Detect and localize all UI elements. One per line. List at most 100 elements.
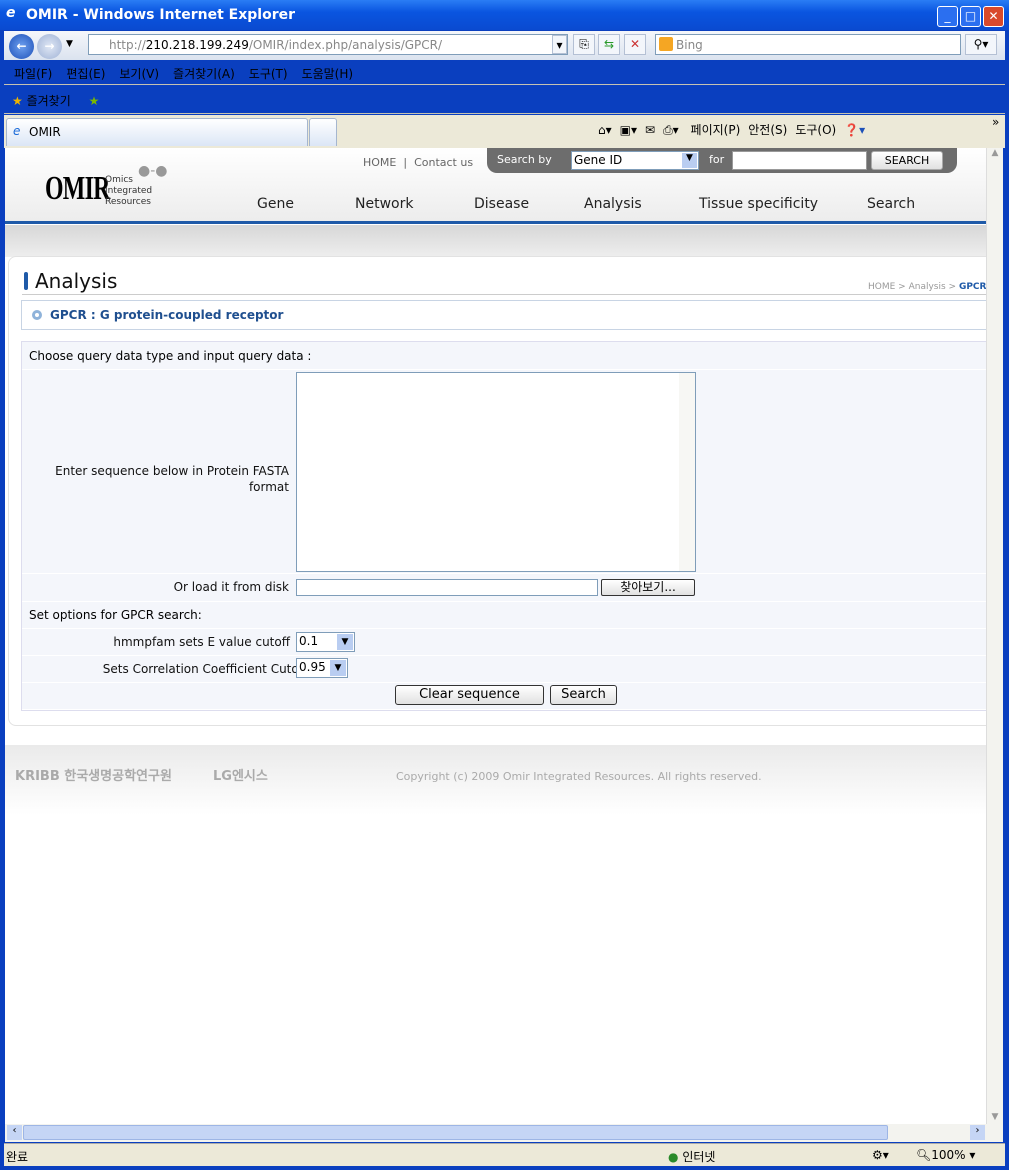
molecule-icon: ●-●	[138, 163, 168, 179]
bullet-icon	[32, 310, 42, 320]
tab-bar: e OMIR ⌂▾ ▣▾ ✉ ⎙▾ 페이지(P) 안전(S) 도구(O) ❓▾ »	[4, 115, 1005, 148]
title-bar-icon	[24, 272, 28, 290]
site-header: OMIR Omics Integrated Resources ●-● HOME |…	[5, 148, 986, 224]
evalue-label: hmmpfam sets E value cutoff	[113, 635, 290, 649]
new-tab-button[interactable]	[309, 118, 337, 146]
tab-omir[interactable]: e OMIR	[6, 118, 308, 146]
status-text: 완료	[6, 1150, 29, 1164]
menu-tools[interactable]: 도구(T)	[249, 67, 288, 81]
nav-disease[interactable]: Disease	[474, 196, 529, 212]
zoom-control[interactable]: 🔍︎100% ▾	[916, 1148, 975, 1162]
search-button[interactable]: Search	[550, 685, 617, 705]
contact-link[interactable]: Contact us	[414, 156, 473, 169]
scroll-down-icon[interactable]: ▼	[987, 1112, 1003, 1122]
vertical-scrollbar[interactable]: ▲ ▼	[986, 148, 1003, 1124]
clear-sequence-button[interactable]: Clear sequence	[395, 685, 544, 705]
file-label: Or load it from disk	[173, 580, 289, 594]
refresh-icon[interactable]: ⇆	[598, 34, 620, 55]
nav-network[interactable]: Network	[355, 196, 413, 212]
add-favorite-icon[interactable]: ★	[89, 94, 100, 108]
more-chevron-icon[interactable]: »	[992, 115, 999, 129]
favorites-button[interactable]: 즐겨찾기	[27, 94, 71, 108]
sequence-textarea[interactable]	[296, 372, 696, 572]
home-link[interactable]: HOME	[363, 156, 396, 169]
breadcrumb-analysis[interactable]: Analysis	[909, 282, 946, 292]
chevron-down-icon: ▼	[682, 153, 697, 168]
for-label: for	[709, 153, 725, 166]
horizontal-scrollbar[interactable]: ‹ ›	[5, 1124, 1003, 1142]
search-go-icon[interactable]: ⚲▾	[965, 34, 997, 55]
window-title: OMIR - Windows Internet Explorer	[26, 7, 296, 23]
internet-zone: ● 인터넷	[668, 1150, 716, 1164]
subtitle-box: GPCR : G protein-coupled receptor	[21, 300, 986, 330]
nav-tissue-specificity[interactable]: Tissue specificity	[699, 196, 818, 212]
search-by-select[interactable]: Gene ID ▼	[571, 151, 699, 170]
menu-file[interactable]: 파일(F)	[14, 67, 52, 81]
copyright: Copyright (c) 2009 Omir Integrated Resou…	[396, 770, 762, 783]
correlation-label: Sets Correlation Coefficient Cutoff	[102, 662, 307, 676]
menu-bar: 파일(F) 편집(E) 보기(V) 즐겨찾기(A) 도구(T) 도움말(H)	[4, 61, 1005, 85]
file-input[interactable]	[296, 579, 598, 596]
url-dropdown-icon[interactable]: ▾	[552, 35, 567, 54]
address-bar: ← → ▼ http://210.218.199.249/OMIR/index.…	[4, 31, 1005, 60]
header-search-button[interactable]: SEARCH	[871, 151, 943, 170]
minimize-button[interactable]: _	[937, 6, 958, 27]
forward-button[interactable]: →	[37, 34, 62, 59]
search-input[interactable]: Bing	[655, 34, 961, 55]
title-divider	[22, 294, 986, 295]
mail-icon[interactable]: ✉	[645, 123, 655, 137]
form-section-header: Choose query data type and input query d…	[22, 342, 986, 370]
logo-subtitle: Omics Integrated Resources	[105, 175, 153, 207]
menu-favorites[interactable]: 즐겨찾기(A)	[173, 67, 235, 81]
search-by-label: Search by	[497, 153, 552, 166]
top-links: HOME | Contact us	[363, 156, 474, 169]
feeds-icon[interactable]: ▣▾	[620, 123, 637, 137]
chevron-down-icon: ▼	[337, 634, 353, 650]
maximize-button[interactable]: □	[960, 6, 981, 27]
correlation-row: Sets Correlation Coefficient Cutoff	[22, 656, 986, 683]
scroll-right-icon[interactable]: ›	[970, 1125, 985, 1140]
back-button[interactable]: ←	[9, 34, 34, 59]
scroll-thumb[interactable]	[23, 1125, 888, 1140]
stop-icon[interactable]: ✕	[624, 34, 646, 55]
page-menu[interactable]: 페이지(P)	[691, 123, 741, 137]
home-icon[interactable]: ⌂▾	[598, 123, 612, 137]
nav-analysis[interactable]: Analysis	[584, 196, 642, 212]
status-bar: 완료 ● 인터넷 ⚙▾ 🔍︎100% ▾	[4, 1143, 1005, 1166]
scroll-left-icon[interactable]: ‹	[7, 1125, 22, 1140]
browse-button[interactable]: 찾아보기...	[601, 579, 695, 596]
nav-search[interactable]: Search	[867, 196, 915, 212]
help-icon[interactable]: ❓▾	[844, 123, 865, 137]
safety-menu[interactable]: 안전(S)	[748, 123, 787, 137]
page-title: Analysis	[35, 269, 118, 293]
breadcrumb: HOME > Analysis > GPCR	[868, 282, 986, 292]
close-button[interactable]: ✕	[983, 6, 1004, 27]
nav-gene[interactable]: Gene	[257, 196, 294, 212]
favorites-star-icon[interactable]: ★	[12, 94, 23, 108]
url-input[interactable]: http://210.218.199.249/OMIR/index.php/an…	[88, 34, 568, 55]
scroll-up-icon[interactable]: ▲	[987, 148, 1003, 158]
gray-band	[5, 225, 986, 257]
breadcrumb-home[interactable]: HOME	[868, 282, 895, 292]
chevron-down-icon: ▼	[330, 660, 346, 676]
bing-icon	[659, 37, 673, 51]
ie-icon: e	[6, 5, 16, 21]
menu-edit[interactable]: 편집(E)	[66, 67, 105, 81]
site-logo[interactable]: OMIR	[45, 170, 110, 208]
correlation-select[interactable]: 0.95 ▼	[296, 658, 348, 678]
compat-view-icon[interactable]: ⎘	[573, 34, 595, 55]
sequence-label: Enter sequence below in Protein FASTA fo…	[55, 464, 289, 494]
evalue-select[interactable]: 0.1 ▼	[296, 632, 355, 652]
history-dropdown-icon[interactable]: ▼	[66, 39, 73, 49]
breadcrumb-current: GPCR	[958, 282, 986, 292]
menu-help[interactable]: 도움말(H)	[302, 67, 354, 81]
tools-menu[interactable]: 도구(O)	[795, 123, 836, 137]
evalue-row: hmmpfam sets E value cutoff	[22, 629, 986, 656]
protected-mode-icon[interactable]: ⚙▾	[872, 1148, 889, 1162]
title-bar: e OMIR - Windows Internet Explorer	[0, 0, 1009, 30]
subtitle: GPCR : G protein-coupled receptor	[50, 308, 284, 322]
header-search-input[interactable]	[732, 151, 867, 170]
print-icon[interactable]: ⎙▾	[663, 123, 679, 137]
textarea-scrollbar[interactable]	[679, 373, 695, 571]
menu-view[interactable]: 보기(V)	[119, 67, 159, 81]
